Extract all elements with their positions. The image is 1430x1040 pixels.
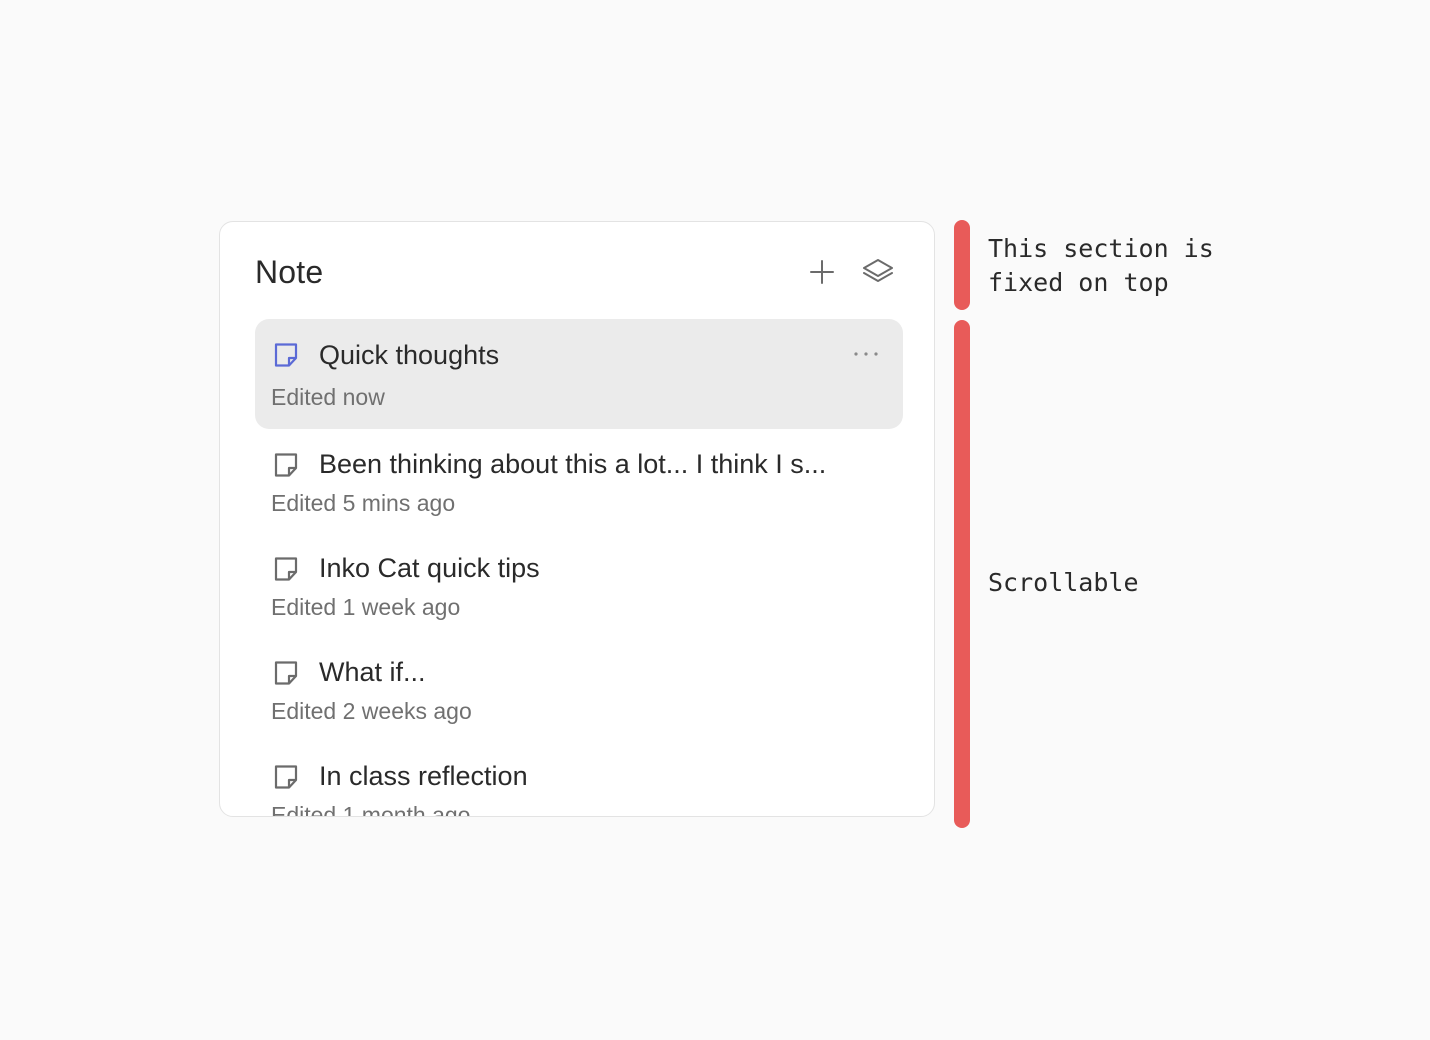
note-icon (272, 659, 300, 687)
note-title: Inko Cat quick tips (319, 553, 540, 583)
note-icon (272, 763, 300, 791)
layers-icon (863, 259, 893, 282)
notes-panel: Note Quick thoughts Edited now Been thin… (219, 221, 935, 817)
list-item[interactable]: What if... Edited 2 weeks ago (255, 637, 903, 741)
note-edited-time: Edited 1 week ago (271, 594, 461, 620)
panel-title: Note (255, 254, 324, 290)
fixed-section-marker (954, 220, 970, 310)
note-title: Quick thoughts (319, 340, 500, 370)
plus-icon (810, 260, 834, 284)
note-edited-time: Edited 1 month ago (271, 802, 471, 817)
note-title: Been thinking about this a lot... I thin… (319, 449, 827, 479)
add-note-button[interactable] (804, 254, 840, 290)
note-edited-time: Edited 2 weeks ago (271, 698, 472, 724)
note-icon (272, 555, 300, 583)
more-options-button[interactable] (851, 342, 881, 366)
list-item[interactable]: Inko Cat quick tips Edited 1 week ago (255, 533, 903, 637)
note-edited-time: Edited now (271, 384, 385, 410)
fixed-section-annotation: This section is fixed on top (988, 234, 1214, 297)
list-item[interactable]: Quick thoughts Edited now (255, 319, 903, 429)
note-title: In class reflection (319, 761, 528, 791)
note-title: What if... (319, 657, 426, 687)
scrollable-section-marker (954, 320, 970, 828)
note-icon (272, 341, 300, 369)
note-icon (272, 451, 300, 479)
layers-button[interactable] (860, 254, 896, 290)
ellipsis-icon (854, 352, 878, 356)
notes-panel-header: Note (220, 222, 934, 318)
notes-list[interactable]: Quick thoughts Edited now Been thinking … (255, 319, 903, 817)
scrollable-annotation: Scrollable (988, 568, 1139, 597)
list-item[interactable]: Been thinking about this a lot... I thin… (255, 429, 903, 533)
list-item[interactable]: In class reflection Edited 1 month ago (255, 741, 903, 817)
note-edited-time: Edited 5 mins ago (271, 490, 456, 516)
